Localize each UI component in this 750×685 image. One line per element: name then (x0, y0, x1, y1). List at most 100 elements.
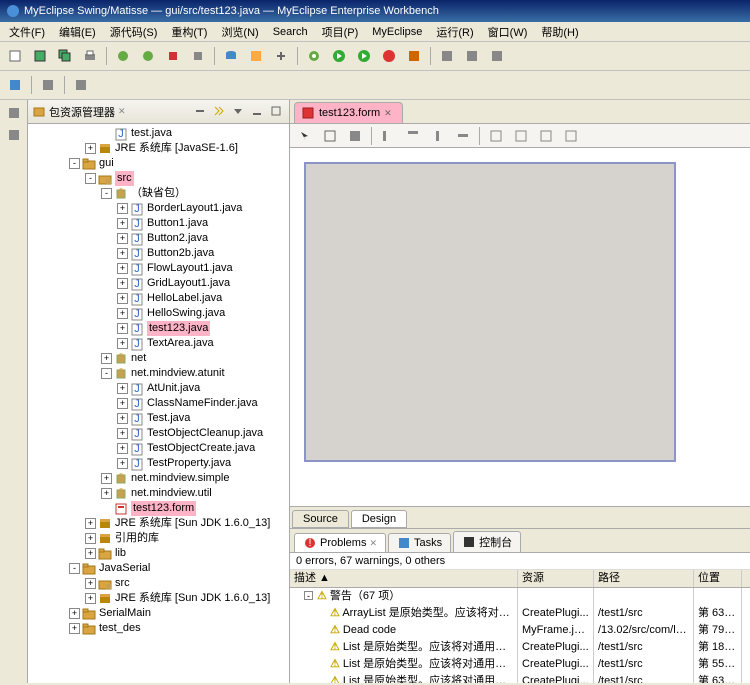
expand-icon[interactable]: + (117, 308, 128, 319)
menu-item[interactable]: 重构(T) (166, 22, 212, 42)
expand-icon[interactable]: + (85, 143, 96, 154)
size-3-button[interactable] (535, 125, 557, 147)
tree[interactable]: Jtest.java+JRE 系统库 [JavaSE-1.6]-gui-src-… (28, 124, 289, 683)
tree-item[interactable]: +JClassNameFinder.java (28, 396, 289, 411)
tool7-button[interactable] (270, 45, 292, 67)
tree-item[interactable]: test123.form (28, 501, 289, 516)
run-button[interactable] (328, 45, 350, 67)
tree-item[interactable]: +JRE 系统库 [JavaSE-1.6] (28, 141, 289, 156)
tree-item[interactable]: -src (28, 171, 289, 186)
tree-item[interactable]: +lib (28, 546, 289, 561)
menu-item[interactable]: 编辑(E) (54, 22, 101, 42)
tree-item[interactable]: +src (28, 576, 289, 591)
expand-icon[interactable]: + (101, 488, 112, 499)
vertical-tab-1[interactable] (4, 106, 24, 126)
expand-icon[interactable]: + (69, 623, 80, 634)
problem-row[interactable]: ⚠ List 是原始类型。应该将对通用类型CreatePlugi.../test… (290, 673, 750, 683)
tree-item[interactable]: +JTest.java (28, 411, 289, 426)
tree-item[interactable]: +JRE 系统库 [Sun JDK 1.6.0_13] (28, 591, 289, 606)
debug-button[interactable] (303, 45, 325, 67)
save-all-button[interactable] (54, 45, 76, 67)
nav1-button[interactable] (4, 74, 26, 96)
tree-item[interactable]: +JAtUnit.java (28, 381, 289, 396)
tree-item[interactable]: +JHelloSwing.java (28, 306, 289, 321)
ext-button[interactable] (403, 45, 425, 67)
tree-item[interactable]: +JGridLayout1.java (28, 276, 289, 291)
tree-item[interactable]: -gui (28, 156, 289, 171)
vertical-tab-2[interactable] (4, 128, 24, 148)
collapse-icon[interactable]: - (69, 563, 80, 574)
design-canvas-area[interactable] (290, 148, 750, 506)
expand-icon[interactable]: + (69, 608, 80, 619)
tab-problems[interactable]: ! Problems ✕ (294, 533, 386, 552)
menu-item[interactable]: 帮助(H) (536, 22, 583, 42)
menu-item[interactable]: 文件(F) (4, 22, 50, 42)
tree-item[interactable]: +JHelloLabel.java (28, 291, 289, 306)
expand-icon[interactable]: + (85, 533, 96, 544)
tree-item[interactable]: -JavaSerial (28, 561, 289, 576)
expand-icon[interactable]: + (117, 323, 128, 334)
problem-row[interactable]: ⚠ List 是原始类型。应该将对通用类型CreatePlugi.../test… (290, 656, 750, 673)
tree-item[interactable]: +test_des (28, 621, 289, 636)
menu-item[interactable]: 运行(R) (431, 22, 478, 42)
align-2-button[interactable] (402, 125, 424, 147)
size-4-button[interactable] (560, 125, 582, 147)
tool-c-button[interactable] (486, 45, 508, 67)
tree-item[interactable]: +JTestProperty.java (28, 456, 289, 471)
close-icon[interactable]: ✕ (369, 538, 377, 549)
align-4-button[interactable] (452, 125, 474, 147)
design-connect-button[interactable] (319, 125, 341, 147)
form-canvas[interactable] (304, 162, 676, 462)
expand-icon[interactable]: + (85, 518, 96, 529)
tree-item[interactable]: +net (28, 351, 289, 366)
problem-row[interactable]: ⚠ List 是原始类型。应该将对通用类型CreatePlugi.../test… (290, 639, 750, 656)
save-button[interactable] (29, 45, 51, 67)
tree-item[interactable]: +JTestObjectCreate.java (28, 441, 289, 456)
tab-design[interactable]: Design (351, 510, 407, 528)
menu-item[interactable]: 源代码(S) (105, 22, 163, 42)
align-3-button[interactable] (427, 125, 449, 147)
tree-item[interactable]: -net.mindview.atunit (28, 366, 289, 381)
menu-item[interactable]: Search (268, 24, 313, 40)
problem-row[interactable]: ⚠ ArrayList 是原始类型。应该将对通用CreatePlugi.../t… (290, 605, 750, 622)
col-resource[interactable]: 资源 (518, 570, 594, 587)
col-location[interactable]: 位置 (694, 570, 742, 587)
expand-icon[interactable]: + (117, 413, 128, 424)
new-button[interactable] (4, 45, 26, 67)
problem-row[interactable]: ⚠ Dead codeMyFrame.java/13.02/src/com/lz… (290, 622, 750, 639)
expand-icon[interactable]: + (85, 578, 96, 589)
maximize-button[interactable] (269, 104, 285, 120)
tree-item[interactable]: +JRE 系统库 [Sun JDK 1.6.0_13] (28, 516, 289, 531)
tree-item[interactable]: Jtest.java (28, 126, 289, 141)
tree-item[interactable]: +引用的库 (28, 531, 289, 546)
menu-item[interactable]: MyEclipse (367, 24, 427, 40)
design-select-button[interactable] (294, 125, 316, 147)
expand-icon[interactable]: + (117, 383, 128, 394)
collapse-icon[interactable]: - (85, 173, 96, 184)
expand-icon[interactable]: + (117, 218, 128, 229)
collapse-icon[interactable]: - (69, 158, 80, 169)
tree-item[interactable]: +JBorderLayout1.java (28, 201, 289, 216)
launch2-button[interactable] (137, 45, 159, 67)
tree-item[interactable]: +net.mindview.util (28, 486, 289, 501)
tab-source[interactable]: Source (292, 510, 349, 528)
tree-item[interactable]: +JTextArea.java (28, 336, 289, 351)
problems-group-row[interactable]: -⚠ 警告（67 项） (290, 588, 750, 605)
tree-item[interactable]: +JButton2b.java (28, 246, 289, 261)
tree-item[interactable]: +Jtest123.java (28, 321, 289, 336)
expand-icon[interactable]: + (117, 398, 128, 409)
col-path[interactable]: 路径 (594, 570, 694, 587)
tree-item[interactable]: +SerialMain (28, 606, 289, 621)
tree-item[interactable]: +JButton1.java (28, 216, 289, 231)
nav3-button[interactable] (70, 74, 92, 96)
expand-icon[interactable]: + (101, 353, 112, 364)
tool4-button[interactable] (187, 45, 209, 67)
run2-button[interactable] (353, 45, 375, 67)
minimize-button[interactable] (250, 104, 266, 120)
collapse-icon[interactable]: - (101, 368, 112, 379)
tree-item[interactable]: +JTestObjectCleanup.java (28, 426, 289, 441)
collapse-icon[interactable]: - (101, 188, 112, 199)
editor-tab-form[interactable]: test123.form ✕ (294, 102, 403, 123)
tab-console[interactable]: 控制台 (453, 531, 521, 552)
size-2-button[interactable] (510, 125, 532, 147)
